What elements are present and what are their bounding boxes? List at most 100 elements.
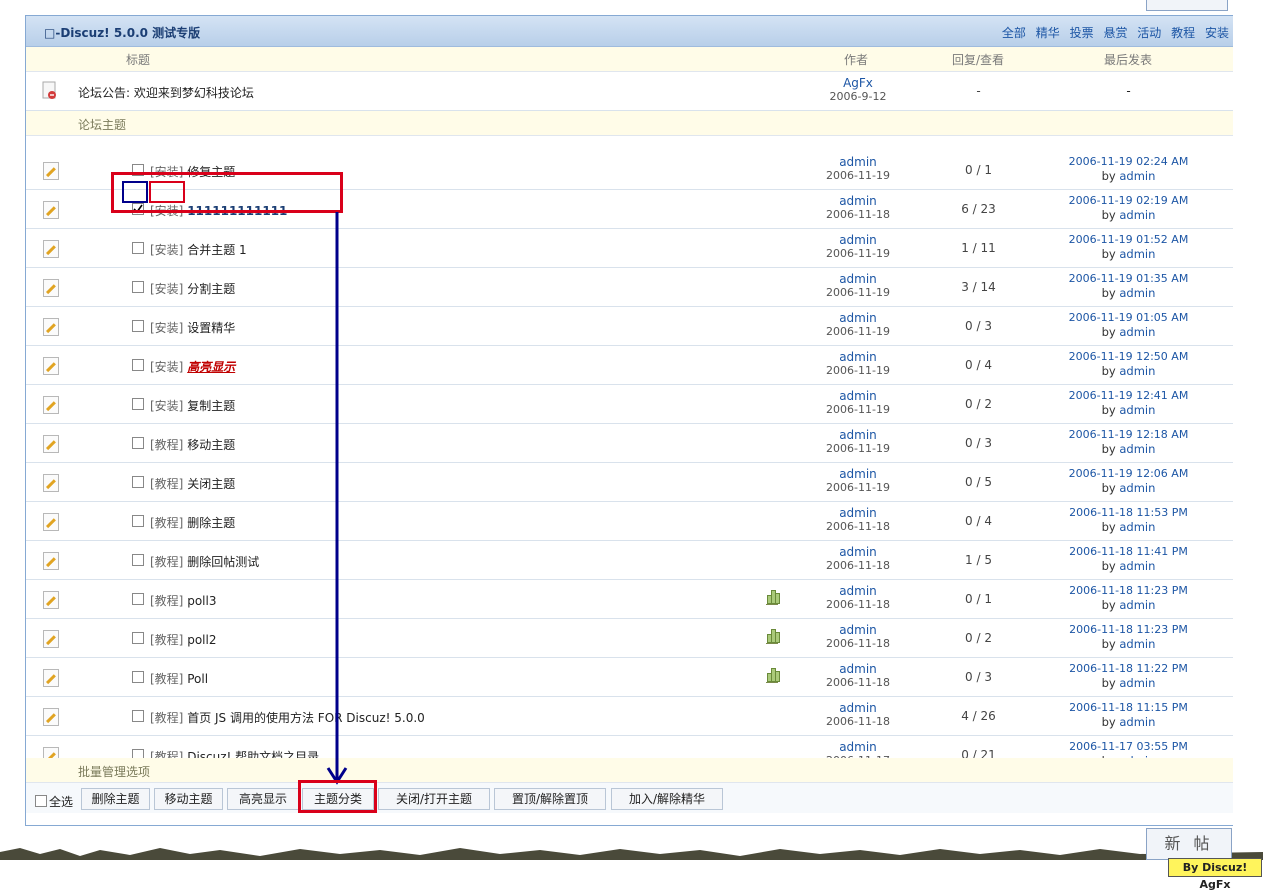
topic-last-user[interactable]: admin: [1119, 481, 1155, 495]
tab-all[interactable]: 全部: [1002, 26, 1026, 40]
topic-last-time[interactable]: 2006-11-19 02:19 AM: [1031, 194, 1226, 208]
topic-last-user[interactable]: admin: [1119, 637, 1155, 651]
topic-category[interactable]: [教程]: [150, 516, 183, 530]
topic-category[interactable]: [安装]: [150, 399, 183, 413]
highlight-button[interactable]: 高亮显示: [227, 788, 299, 810]
topic-last-time[interactable]: 2006-11-19 12:18 AM: [1031, 428, 1226, 442]
topic-checkbox[interactable]: [132, 320, 144, 332]
topic-last-user[interactable]: admin: [1119, 364, 1155, 378]
topic-link[interactable]: 合并主题 1: [187, 243, 246, 257]
topic-category[interactable]: [教程]: [150, 711, 183, 725]
topic-author-name[interactable]: admin: [808, 389, 908, 403]
topic-category[interactable]: [教程]: [150, 633, 183, 647]
topic-last-time[interactable]: 2006-11-19 12:41 AM: [1031, 389, 1226, 403]
topic-checkbox[interactable]: [132, 398, 144, 410]
topic-author-name[interactable]: admin: [808, 155, 908, 169]
topic-category[interactable]: [安装]: [150, 243, 183, 257]
stick-unstick-button[interactable]: 置顶/解除置顶: [494, 788, 606, 810]
topic-checkbox[interactable]: [132, 632, 144, 644]
tab-activity[interactable]: 活动: [1137, 26, 1161, 40]
topic-last-user[interactable]: admin: [1119, 559, 1155, 573]
select-all-checkbox[interactable]: [35, 795, 47, 807]
topic-link[interactable]: 删除主题: [187, 516, 235, 530]
topic-checkbox[interactable]: [132, 281, 144, 293]
topic-last-user[interactable]: admin: [1119, 208, 1155, 222]
topic-last-time[interactable]: 2006-11-19 01:05 AM: [1031, 311, 1226, 325]
topic-category[interactable]: [教程]: [150, 438, 183, 452]
topic-checkbox[interactable]: [132, 359, 144, 371]
new-post-button[interactable]: 新 帖: [1146, 828, 1232, 860]
topic-link[interactable]: poll3: [187, 594, 216, 608]
topic-author-name[interactable]: admin: [808, 194, 908, 208]
topic-last-user[interactable]: admin: [1119, 715, 1155, 729]
topic-checkbox[interactable]: [132, 476, 144, 488]
topic-link[interactable]: 设置精华: [187, 321, 235, 335]
topic-link[interactable]: 首页 JS 调用的使用方法 FOR Discuz! 5.0.0: [187, 711, 425, 725]
topic-last-user[interactable]: admin: [1119, 442, 1155, 456]
tab-reward[interactable]: 悬赏: [1103, 26, 1127, 40]
topic-author-name[interactable]: admin: [808, 311, 908, 325]
topic-author-name[interactable]: admin: [808, 467, 908, 481]
topic-author-name[interactable]: admin: [808, 545, 908, 559]
topic-link[interactable]: 删除回帖测试: [187, 555, 259, 569]
topic-last-user[interactable]: admin: [1119, 598, 1155, 612]
topic-checkbox[interactable]: [132, 671, 144, 683]
topic-checkbox[interactable]: [132, 242, 144, 254]
topic-author-name[interactable]: admin: [808, 623, 908, 637]
topic-category[interactable]: [安装]: [150, 282, 183, 296]
announcement-link[interactable]: 论坛公告: 欢迎来到梦幻科技论坛: [78, 84, 254, 101]
topic-last-time[interactable]: 2006-11-18 11:22 PM: [1031, 662, 1226, 676]
topic-category[interactable]: [教程]: [150, 672, 183, 686]
topic-author-name[interactable]: admin: [808, 272, 908, 286]
topic-author-name[interactable]: admin: [808, 740, 908, 754]
topic-author-name[interactable]: admin: [808, 584, 908, 598]
tab-poll[interactable]: 投票: [1070, 26, 1094, 40]
topic-last-time[interactable]: 2006-11-18 11:53 PM: [1031, 506, 1226, 520]
tab-digest[interactable]: 精华: [1036, 26, 1060, 40]
topic-last-time[interactable]: 2006-11-18 11:23 PM: [1031, 584, 1226, 598]
topic-last-time[interactable]: 2006-11-19 01:35 AM: [1031, 272, 1226, 286]
delete-topic-button[interactable]: 删除主题: [81, 788, 150, 810]
topic-last-time[interactable]: 2006-11-19 02:24 AM: [1031, 155, 1226, 169]
topic-last-time[interactable]: 2006-11-19 12:50 AM: [1031, 350, 1226, 364]
topic-last-user[interactable]: admin: [1119, 169, 1155, 183]
tab-tutorial[interactable]: 教程: [1171, 26, 1195, 40]
topic-link[interactable]: 高亮显示: [187, 360, 235, 374]
topic-checkbox[interactable]: [132, 515, 144, 527]
topic-author-name[interactable]: admin: [808, 233, 908, 247]
topic-category[interactable]: [教程]: [150, 477, 183, 491]
top-action-button[interactable]: [1146, 0, 1228, 11]
topic-last-user[interactable]: admin: [1119, 676, 1155, 690]
announcement-author-name[interactable]: AgFx: [808, 76, 908, 90]
topic-link[interactable]: Poll: [187, 672, 208, 686]
topic-last-time[interactable]: 2006-11-18 11:23 PM: [1031, 623, 1226, 637]
topic-checkbox[interactable]: [132, 593, 144, 605]
topic-category[interactable]: [教程]: [150, 555, 183, 569]
topic-author-name[interactable]: admin: [808, 350, 908, 364]
topic-last-user[interactable]: admin: [1119, 520, 1155, 534]
topic-link[interactable]: 关闭主题: [187, 477, 235, 491]
topic-link[interactable]: 移动主题: [187, 438, 235, 452]
topic-last-time[interactable]: 2006-11-18 11:41 PM: [1031, 545, 1226, 559]
topic-link[interactable]: 分割主题: [187, 282, 235, 296]
topic-last-time[interactable]: 2006-11-17 03:55 PM: [1031, 740, 1226, 754]
topic-checkbox[interactable]: [132, 710, 144, 722]
topic-last-time[interactable]: 2006-11-19 01:52 AM: [1031, 233, 1226, 247]
topic-last-time[interactable]: 2006-11-18 11:15 PM: [1031, 701, 1226, 715]
topic-last-user[interactable]: admin: [1119, 247, 1155, 261]
topic-last-time[interactable]: 2006-11-19 12:06 AM: [1031, 467, 1226, 481]
move-topic-button[interactable]: 移动主题: [154, 788, 223, 810]
topic-last-user[interactable]: admin: [1119, 286, 1155, 300]
tab-install[interactable]: 安装: [1205, 26, 1229, 40]
topic-link[interactable]: poll2: [187, 633, 216, 647]
topic-checkbox[interactable]: [132, 554, 144, 566]
topic-last-user[interactable]: admin: [1119, 403, 1155, 417]
topic-category[interactable]: [安装]: [150, 321, 183, 335]
topic-category[interactable]: [教程]: [150, 594, 183, 608]
topic-author-name[interactable]: admin: [808, 506, 908, 520]
digest-button[interactable]: 加入/解除精华: [611, 788, 723, 810]
topic-category[interactable]: [安装]: [150, 360, 183, 374]
topic-checkbox[interactable]: [132, 437, 144, 449]
close-open-topic-button[interactable]: 关闭/打开主题: [378, 788, 490, 810]
topic-link[interactable]: 复制主题: [187, 399, 235, 413]
